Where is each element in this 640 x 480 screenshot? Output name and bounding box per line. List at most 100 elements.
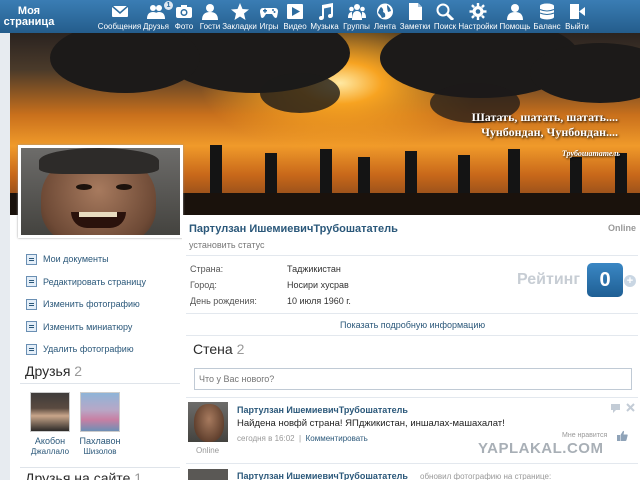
friend-name[interactable]: Акобон <box>25 436 75 446</box>
friend-surname[interactable]: Джаллало <box>25 447 75 456</box>
nav-item-6[interactable]: Видео <box>282 0 308 33</box>
nav-item-2[interactable]: Фото <box>171 0 197 33</box>
menu-my-documents[interactable]: Мои документы <box>26 248 146 271</box>
rating-value[interactable]: 0 <box>587 263 623 297</box>
nav-label: Настройки <box>458 22 498 31</box>
edit-icon <box>26 276 37 288</box>
play-icon <box>287 3 303 19</box>
post-online-indicator: Online <box>196 446 220 455</box>
nav-label: Музыка <box>310 22 339 31</box>
post-meta: сегодня в 16:02 | Комментировать <box>237 434 368 443</box>
nav-item-13[interactable]: Помощь <box>498 0 532 33</box>
next-post-avatar[interactable] <box>188 469 228 480</box>
note-icon <box>409 2 422 20</box>
show-more-info-link[interactable]: Показать подробную информацию <box>340 320 485 330</box>
friend-avatar[interactable] <box>30 392 70 432</box>
nav-item-5[interactable]: Игры <box>256 0 282 33</box>
nav-label: Гости <box>199 22 221 31</box>
delete-photo-icon <box>26 343 37 355</box>
cover-signature: Трубошататель <box>561 149 620 158</box>
my-page-link[interactable]: Моя страница <box>0 0 56 33</box>
main-nav: Сообщения Друзья 1 Фото Гости Закладки Игры Вид… <box>98 0 592 33</box>
nav-item-14[interactable]: Баланс <box>532 0 562 33</box>
search-icon <box>436 3 454 20</box>
thumbs-up-icon[interactable] <box>617 430 628 441</box>
coins-icon <box>539 3 555 19</box>
menu-change-thumbnail[interactable]: Изменить миниатюру <box>26 316 146 339</box>
friends-title[interactable]: Друзья 2 <box>25 363 82 379</box>
post-author[interactable]: Партулзан ИшемиевичТрубошататель <box>237 405 408 415</box>
thumbnail-icon <box>26 321 37 333</box>
friends-online-title[interactable]: Друзья на сайте 1 <box>25 470 142 480</box>
info-value-birthday[interactable]: 10 июля 1960 г. <box>287 296 351 306</box>
star-icon <box>230 2 249 20</box>
friend-card[interactable]: Пахлавон Шизолов <box>75 392 125 456</box>
close-icon[interactable] <box>626 403 635 412</box>
reply-icon[interactable] <box>611 404 620 413</box>
guests-icon <box>200 2 220 20</box>
profile-avatar[interactable] <box>18 145 183 238</box>
nav-label: Помощь <box>499 22 531 31</box>
music-note-icon <box>315 2 335 20</box>
nav-item-15[interactable]: Выйти <box>562 0 592 33</box>
nav-label: Заметки <box>399 22 431 31</box>
nav-item-1[interactable]: Друзья 1 <box>141 0 173 33</box>
post-author-avatar[interactable] <box>188 402 228 442</box>
wall-title: Стена 2 <box>193 341 245 357</box>
music-note-icon <box>318 2 333 20</box>
nav-item-0[interactable]: Сообщения <box>98 0 141 33</box>
nav-item-8[interactable]: Группы <box>341 0 372 33</box>
nav-label: Друзья <box>143 22 169 31</box>
info-label-birthday: День рождения: <box>190 296 257 306</box>
rating-plus-button[interactable]: + <box>624 275 636 287</box>
exit-icon <box>570 3 585 19</box>
nav-item-7[interactable]: Музыка <box>308 0 341 33</box>
online-indicator: Online <box>607 223 636 233</box>
cover-quote: Шатать, шатать, шатать.... Чунбондан, Чу… <box>471 110 618 139</box>
envelope-icon <box>111 4 128 17</box>
nav-label: Видео <box>283 22 307 31</box>
nav-item-11[interactable]: Поиск <box>432 0 458 33</box>
menu-delete-photo[interactable]: Удалить фотографию <box>26 338 146 361</box>
menu-edit-page[interactable]: Редактировать страницу <box>26 271 146 294</box>
nav-label: Закладки <box>222 22 257 31</box>
wall-post-input[interactable] <box>194 368 632 390</box>
groups-icon <box>347 3 366 20</box>
next-post-author[interactable]: Партулзан ИшемиевичТрубошататель <box>237 471 408 480</box>
gamepad-icon <box>260 7 278 18</box>
profile-name: Партулзан ИшемиевичТрубошататель <box>189 223 398 235</box>
friend-name[interactable]: Пахлавон <box>75 436 125 446</box>
help-icon <box>505 2 525 20</box>
camera-icon <box>174 2 194 20</box>
globe-icon <box>375 2 395 20</box>
gear-icon <box>468 2 488 20</box>
friend-avatar[interactable] <box>80 392 120 432</box>
photo-edit-icon <box>26 298 37 310</box>
post-text: Найдена новфй страна! ЯПджикистан, иншал… <box>237 418 505 429</box>
nav-item-4[interactable]: Закладки <box>222 0 257 33</box>
next-post-action: обновил фотографию на странице: <box>420 472 552 480</box>
nav-item-3[interactable]: Гости <box>197 0 223 33</box>
nav-item-12[interactable]: Настройки <box>458 0 498 33</box>
set-status-link[interactable]: установить статус <box>189 240 264 250</box>
coins-icon <box>537 2 557 20</box>
info-label-country: Страна: <box>190 264 224 274</box>
document-icon <box>26 253 37 265</box>
nav-label: Фото <box>174 22 194 31</box>
info-value-country[interactable]: Таджикистан <box>287 264 341 274</box>
comment-link[interactable]: Комментировать <box>306 434 368 443</box>
nav-label: Выйти <box>565 22 589 31</box>
nav-item-9[interactable]: Лента <box>372 0 398 33</box>
menu-change-photo[interactable]: Изменить фотографию <box>26 293 146 316</box>
friend-surname[interactable]: Шизолов <box>75 447 125 456</box>
envelope-icon <box>110 2 130 20</box>
like-label[interactable]: Мне нравится <box>562 432 607 439</box>
rating-label: Рейтинг <box>517 271 581 288</box>
friends-icon <box>146 2 166 20</box>
profile-menu: Мои документы Редактировать страницу Изм… <box>26 248 146 361</box>
info-value-city[interactable]: Носири хусрав <box>287 280 349 290</box>
post-time[interactable]: сегодня в 16:02 <box>237 434 295 443</box>
friend-card[interactable]: Акобон Джаллало <box>25 392 75 456</box>
nav-label: Игры <box>259 22 279 31</box>
nav-item-10[interactable]: Заметки <box>398 0 432 33</box>
